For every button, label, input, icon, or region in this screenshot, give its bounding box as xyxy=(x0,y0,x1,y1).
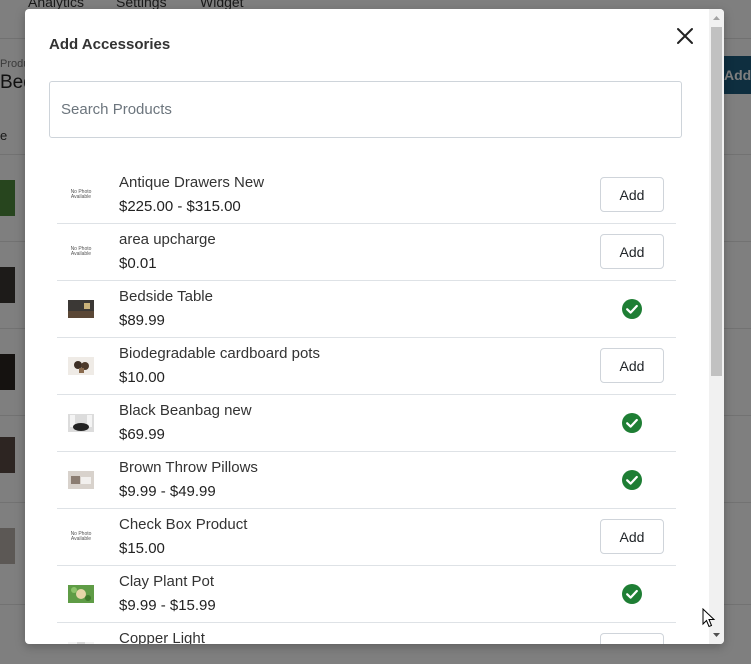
product-name: Check Box Product xyxy=(119,516,248,533)
add-product-button[interactable]: Add xyxy=(600,348,664,383)
throw-pillows-image xyxy=(68,471,94,489)
no-photo-text: No Photo Available xyxy=(70,246,92,257)
product-price: $15.00 xyxy=(119,540,165,557)
product-row: No Photo Available Check Box Product $15… xyxy=(57,509,676,566)
mouse-cursor-icon xyxy=(702,608,716,628)
product-price: $0.01 xyxy=(119,255,157,272)
product-name: area upcharge xyxy=(119,231,216,248)
scrollbar-thumb[interactable] xyxy=(711,27,722,376)
product-list: No Photo Available Antique Drawers New $… xyxy=(57,167,676,644)
check-circle-icon xyxy=(622,470,642,490)
product-thumbnail xyxy=(68,642,94,644)
product-row: Copper Light Add xyxy=(57,623,676,644)
product-row: Black Beanbag new $69.99 xyxy=(57,395,676,452)
cardboard-pots-image xyxy=(68,357,94,375)
product-row: Biodegradable cardboard pots $10.00 Add xyxy=(57,338,676,395)
search-products-input[interactable] xyxy=(49,81,682,138)
product-name: Biodegradable cardboard pots xyxy=(119,345,320,362)
product-name: Brown Throw Pillows xyxy=(119,459,258,476)
add-accessories-modal: Add Accessories No Photo Available Antiq… xyxy=(25,9,724,644)
check-circle-icon xyxy=(622,299,642,319)
add-product-button[interactable]: Add xyxy=(600,177,664,212)
clay-plant-pot-image xyxy=(68,585,94,603)
product-row: No Photo Available area upcharge $0.01 A… xyxy=(57,224,676,281)
close-button[interactable] xyxy=(673,24,697,48)
product-thumbnail xyxy=(68,471,94,489)
add-product-button[interactable]: Add xyxy=(600,519,664,554)
copper-light-image xyxy=(68,642,94,644)
scroll-down-arrow-icon[interactable] xyxy=(711,630,722,640)
product-price: $225.00 - $315.00 xyxy=(119,198,241,215)
no-photo-text: No Photo Available xyxy=(70,531,92,542)
product-name: Clay Plant Pot xyxy=(119,573,215,590)
product-price: $69.99 xyxy=(119,426,165,443)
product-row: Bedside Table $89.99 xyxy=(57,281,676,338)
scroll-up-arrow-icon[interactable] xyxy=(711,13,722,23)
bedside-table-image xyxy=(68,300,94,318)
no-photo-thumbnail: No Photo Available xyxy=(68,528,94,546)
beanbag-image xyxy=(68,414,94,432)
no-photo-thumbnail: No Photo Available xyxy=(68,243,94,261)
product-name: Black Beanbag new xyxy=(119,402,252,419)
product-name: Antique Drawers New xyxy=(119,174,265,191)
add-product-button[interactable]: Add xyxy=(600,234,664,269)
check-circle-icon xyxy=(622,413,642,433)
product-thumbnail xyxy=(68,300,94,318)
product-price: $9.99 - $49.99 xyxy=(119,483,216,500)
product-row: Brown Throw Pillows $9.99 - $49.99 xyxy=(57,452,676,509)
product-name: Copper Light xyxy=(119,630,205,644)
product-row: No Photo Available Antique Drawers New $… xyxy=(57,167,676,224)
product-thumbnail xyxy=(68,585,94,603)
product-price: $9.99 - $15.99 xyxy=(119,597,216,614)
modal-title: Add Accessories xyxy=(49,36,171,53)
add-product-button[interactable]: Add xyxy=(600,633,664,644)
product-thumbnail xyxy=(68,414,94,432)
product-name: Bedside Table xyxy=(119,288,213,305)
close-icon xyxy=(677,28,693,44)
product-thumbnail xyxy=(68,357,94,375)
product-price: $89.99 xyxy=(119,312,165,329)
product-row: Clay Plant Pot $9.99 - $15.99 xyxy=(57,566,676,623)
check-circle-icon xyxy=(622,584,642,604)
no-photo-thumbnail: No Photo Available xyxy=(68,186,94,204)
product-price: $10.00 xyxy=(119,369,165,386)
no-photo-text: No Photo Available xyxy=(70,189,92,200)
